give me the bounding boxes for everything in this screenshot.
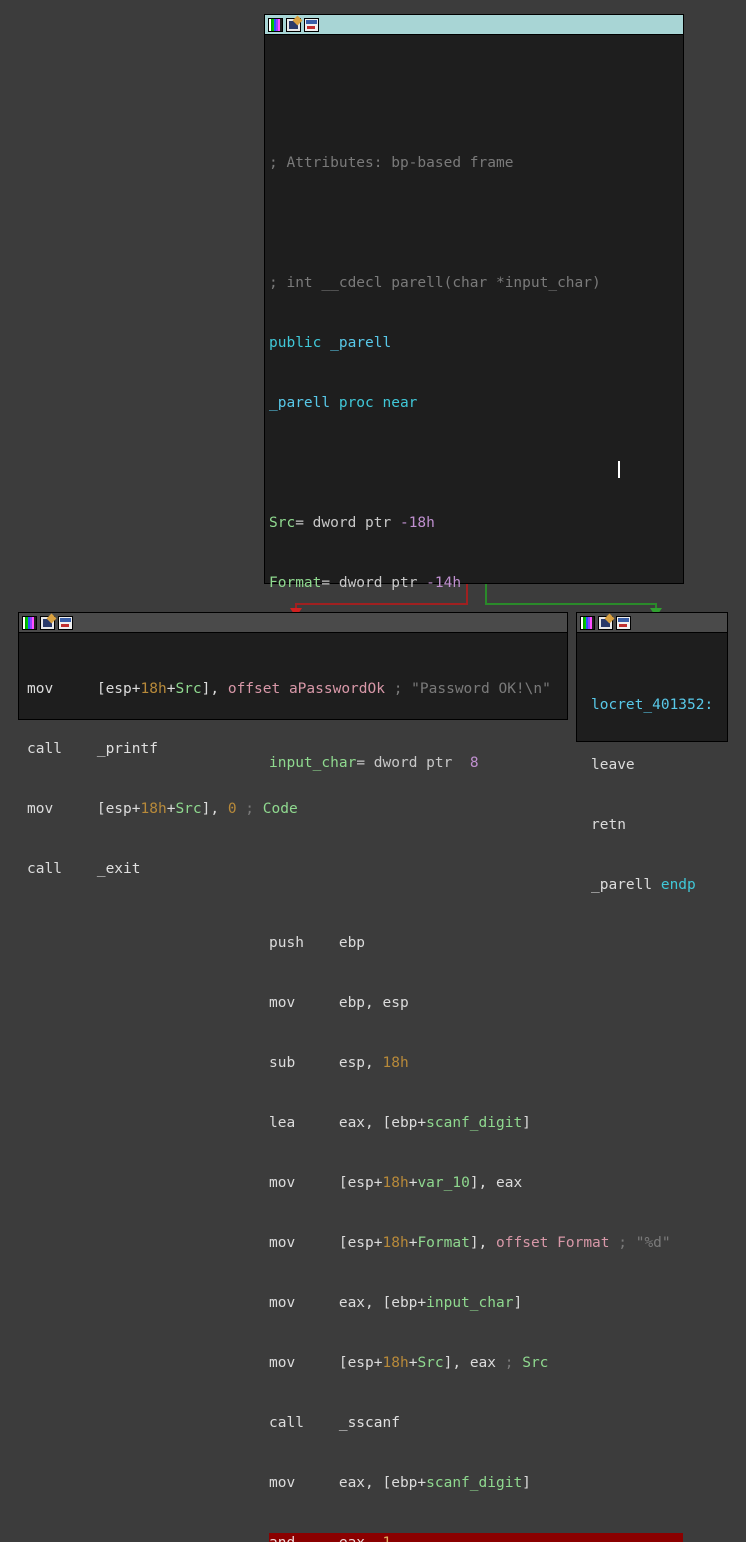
graph-window-icon[interactable] — [58, 616, 73, 630]
graph-window-icon[interactable] — [304, 18, 319, 32]
code-line-insn-leave: leave — [591, 755, 727, 775]
code-line — [269, 93, 683, 113]
code-line — [269, 213, 683, 233]
node-titlebar-entry[interactable] — [265, 15, 683, 35]
code-line-proc: _parell proc near — [269, 393, 683, 413]
code-line-public: public _parell — [269, 333, 683, 353]
color-palette-icon[interactable] — [22, 616, 37, 630]
code-line-insn-sub: sub esp, 18h — [269, 1053, 683, 1073]
code-line-insn-mov-eax-input: mov eax, [ebp+input_char] — [269, 1293, 683, 1313]
color-palette-icon[interactable] — [580, 616, 595, 630]
graph-window-icon[interactable] — [616, 616, 631, 630]
code-line-label-locret: locret_401352: — [591, 695, 727, 715]
graph-node-entry[interactable]: ; Attributes: bp-based frame ; int __cde… — [264, 14, 684, 584]
edit-pencil-icon[interactable] — [40, 616, 55, 630]
code-line-insn-mov-ebp: mov ebp, esp — [269, 993, 683, 1013]
code-line-endp: _parell endp — [591, 875, 727, 895]
code-line-insn-retn: retn — [591, 815, 727, 835]
text-caret — [618, 461, 620, 478]
color-palette-icon[interactable] — [268, 18, 283, 32]
code-line-insn-mov-src: mov [esp+18h+Src], eax ; Src — [269, 1353, 683, 1373]
code-line-insn-mov-format: mov [esp+18h+Format], offset Format ; "%… — [269, 1233, 683, 1253]
code-line-insn-mov-eax-scanf: mov eax, [ebp+scanf_digit] — [269, 1473, 683, 1493]
code-line-insn-call-printf: call _printf — [27, 739, 567, 759]
code-line-var-src: Src= dword ptr -18h — [269, 513, 683, 533]
disassembly-password-ok[interactable]: mov [esp+18h+Src], offset aPasswordOk ; … — [19, 633, 567, 925]
code-line-insn-mov-code: mov [esp+18h+Src], 0 ; Code — [27, 799, 567, 819]
node-titlebar-password-ok[interactable] — [19, 613, 567, 633]
code-line-insn-and[interactable]: and eax, 1 — [269, 1533, 683, 1542]
code-line-prototype: ; int __cdecl parell(char *input_char) — [269, 273, 683, 293]
disassembly-locret[interactable]: locret_401352: leave retn _parell endp — [577, 633, 727, 941]
code-line-insn-mov-var10: mov [esp+18h+var_10], eax — [269, 1173, 683, 1193]
code-line-insn-call-sscanf: call _sscanf — [269, 1413, 683, 1433]
code-line-var-format: Format= dword ptr -14h — [269, 573, 683, 593]
edit-pencil-icon[interactable] — [286, 18, 301, 32]
code-line-insn-call-exit: call _exit — [27, 859, 567, 879]
node-titlebar-locret[interactable] — [577, 613, 727, 633]
code-line — [269, 453, 683, 473]
graph-node-locret[interactable]: locret_401352: leave retn _parell endp — [576, 612, 728, 742]
code-line-insn-lea: lea eax, [ebp+scanf_digit] — [269, 1113, 683, 1133]
code-line-attributes: ; Attributes: bp-based frame — [269, 153, 683, 173]
code-line-insn-mov-apasswordok: mov [esp+18h+Src], offset aPasswordOk ; … — [27, 679, 567, 699]
edit-pencil-icon[interactable] — [598, 616, 613, 630]
graph-node-password-ok[interactable]: mov [esp+18h+Src], offset aPasswordOk ; … — [18, 612, 568, 720]
